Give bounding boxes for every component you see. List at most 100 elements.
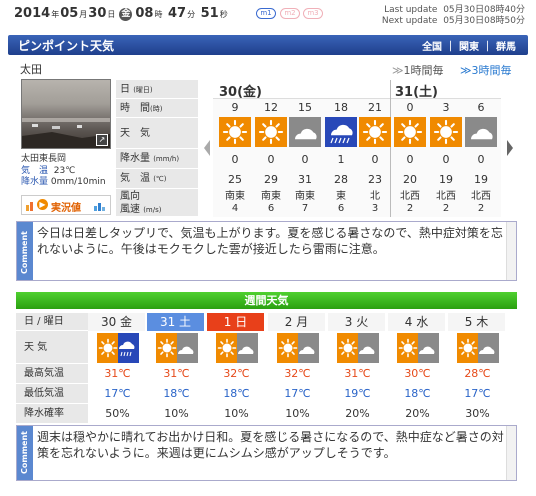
month-unit: 月 [79,10,88,19]
breadcrumb-gunma[interactable]: 群馬 [496,42,516,53]
hourly-wind-speed: 6 [267,203,275,214]
hourly-wind-dir: 南東 [295,191,315,202]
hour: 08 [135,6,154,21]
weekly-date: 4 [404,315,413,329]
weekly-weekday: 月 [296,315,309,329]
sun-cloud-icon [156,333,198,363]
weekly-precip: 50% [105,407,130,420]
prev-arrow-icon[interactable] [202,138,212,158]
title-bar: ピンポイント天気 全国 ｜ 関東 ｜ 群馬 [8,35,528,55]
hourly-wind-speed: 6 [337,203,345,214]
comment-box-weekly: Comment 週末は穏やかに晴れてお出かけ日和。夏を感じる暑さになるので、熱中… [16,425,517,481]
expand-icon[interactable]: ↗ [96,134,108,146]
weekly-min-temp: 17℃ [464,387,491,400]
label-wind-dir: 風向 [120,191,140,202]
label-temp: 気 温 (℃) [116,169,198,189]
breadcrumb: 全国 ｜ 関東 ｜ 群馬 [422,38,516,53]
hourly-precip: 0 [267,153,275,166]
minute-unit: 分 [187,10,196,19]
hourly-wind: 北西 2 [429,191,463,215]
weekly-weather-cell [216,333,258,363]
year: 2014 [14,6,51,21]
sun-cloud-icon [457,333,499,363]
hourly-weather-cell [430,117,462,147]
hourly-temp: 25 [228,173,242,186]
comment-scrollbar[interactable] [506,426,516,480]
area-name: 太田 [20,63,42,76]
hourly-precip: 0 [406,153,414,166]
comment-weekly-text: 週末は穏やかに晴れてお出かけ日和。夏を感じる暑さになるので、熱中症など暑さの対策… [37,430,504,460]
weekly-day-header: 3 火 [328,313,387,331]
weekly-weather-cell [397,333,439,363]
sun-icon [359,117,391,147]
weekly-weekday: 日 [235,315,248,329]
day: 30 [88,6,107,21]
tab-arrow-icon: ≫ [392,64,404,77]
weekly-max-temp: 32℃ [284,367,311,380]
weekly-day-header: 4 水 [388,313,447,331]
weekly-day-header: 5 木 [448,313,507,331]
hourly-hour: 3 [442,101,450,114]
label-wind: 風向風速 (m/s) [116,189,198,217]
weekly-weekday: 木 [476,315,489,329]
hour-unit: 時 [154,10,163,19]
hourly-precip: 0 [301,153,309,166]
weekly-max-temp: 28℃ [464,367,491,380]
tab-hourly-1[interactable]: ≫1時間毎 [392,62,444,78]
weekly-label-max: 最高気温 [16,364,88,384]
weekly-min-temp: 17℃ [284,387,311,400]
hourly-wind: 南東 4 [218,191,252,215]
pill-m1[interactable]: m1 [256,8,276,19]
hourly-wind-dir: 北西 [471,191,491,202]
live-camera-image[interactable]: ↗ [21,79,111,149]
weekly-date: 3 [344,315,353,329]
hourly-wind-speed: 2 [406,203,414,214]
hourly-weather-cell [465,117,497,147]
breadcrumb-kanto[interactable]: 関東 [459,42,479,53]
weekly-weekday: 土 [179,315,192,329]
day-unit: 日 [107,10,116,19]
hourly-temp: 19 [474,173,488,186]
weekly-precip: 20% [345,407,370,420]
sun-cloud-icon [216,333,258,363]
pill-m2[interactable]: m2 [280,8,300,19]
weekly-weather-cell [337,333,379,363]
hourly-wind: 北西 2 [464,191,498,215]
label-wind-speed: 風速 [120,204,140,215]
hourly-precip: 0 [371,153,379,166]
tab-hourly-3[interactable]: ≫3時間毎 [460,62,512,78]
hourly-wind: 北西 2 [393,191,427,215]
hourly-hour: 12 [264,101,278,114]
month: 05 [60,6,79,21]
sun-cloud-icon [337,333,379,363]
label-wind-unit: (m/s) [143,206,162,214]
jikkyo-label: 実況値 [51,203,81,214]
sun-cloud-icon [397,333,439,363]
weekly-max-temp: 32℃ [223,367,250,380]
comment-scrollbar[interactable] [506,222,516,280]
jikkyo-button[interactable]: ▶ 実況値 [21,195,111,215]
breadcrumb-zenkoku[interactable]: 全国 [422,42,442,53]
hourly-hour: 18 [334,101,348,114]
label-precip: 降水量 (mm/h) [116,149,198,169]
hourly-wind-speed: 2 [442,203,450,214]
next-arrow-icon[interactable] [505,138,515,158]
weekly-weather-cell [457,333,499,363]
weekly-date: 1 [223,315,232,329]
weekly-min-temp: 18℃ [163,387,190,400]
current-datetime: 2014年05月30日金 08時 47分 51秒 [14,6,229,21]
cloud-icon [289,117,321,147]
weekly-precip: 10% [285,407,310,420]
hourly-precip: 0 [477,153,485,166]
hourly-precip: 0 [231,153,239,166]
weekly-label-precip: 降水確率 [16,404,88,424]
next-update-label: Next update [381,16,438,26]
hourly-weather-cell [289,117,321,147]
weekly-min-temp: 18℃ [404,387,431,400]
pill-m3[interactable]: m3 [303,8,323,19]
hourly-wind-speed: 4 [231,203,239,214]
weekly-weekday: 金 [120,315,133,329]
next-arrow-svg [507,140,513,156]
weekly-weather-cell [277,333,319,363]
weekly-min-temp: 17℃ [104,387,131,400]
